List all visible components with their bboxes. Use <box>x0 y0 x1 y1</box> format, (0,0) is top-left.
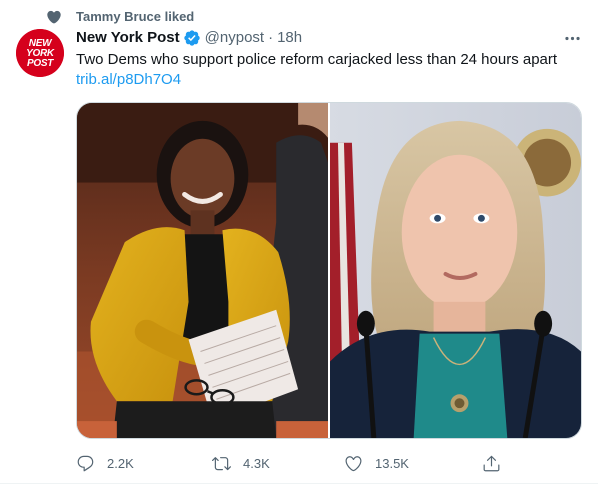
more-options-button[interactable] <box>560 28 584 48</box>
photo-right[interactable] <box>330 103 581 438</box>
new-york-post-logo: NEW YORK POST <box>16 29 64 77</box>
share-button[interactable] <box>482 451 501 475</box>
timestamp[interactable]: 18h <box>277 28 302 48</box>
tweet-body: Two Dems who support police reform carja… <box>76 51 558 68</box>
like-count: 13.5K <box>375 455 409 471</box>
reply-button[interactable]: 2.2K <box>76 451 134 475</box>
media-grid <box>76 102 582 439</box>
share-icon <box>483 455 500 471</box>
retweet-button[interactable]: 4.3K <box>212 451 270 475</box>
tweet[interactable]: Tammy Bruce liked NEW YORK POST New York… <box>0 0 598 484</box>
separator-dot: · <box>268 29 274 46</box>
like-heart-icon <box>345 455 362 471</box>
retweet-icon <box>212 456 231 470</box>
social-context-text[interactable]: Tammy Bruce liked <box>76 9 194 25</box>
reply-icon <box>77 455 94 471</box>
retweet-count: 4.3K <box>243 455 270 471</box>
tweet-text: Two Dems who support police reform carja… <box>76 50 576 90</box>
photo-woman-microphones <box>330 103 581 438</box>
photo-left[interactable] <box>77 103 328 438</box>
tweet-header: New York Post @nypost · 18h <box>76 28 302 48</box>
reply-count: 2.2K <box>107 455 134 471</box>
svg-text:POST: POST <box>27 58 54 69</box>
verified-badge-icon <box>183 30 200 46</box>
display-name[interactable]: New York Post <box>76 28 180 48</box>
action-bar: 2.2K 4.3K 13.5K <box>76 451 506 475</box>
more-dots-icon <box>564 36 580 40</box>
tweet-link[interactable]: trib.al/p8Dh7O4 <box>76 70 576 90</box>
user-handle[interactable]: @nypost <box>205 28 264 48</box>
like-button[interactable]: 13.5K <box>344 451 409 475</box>
photo-woman-yellow-blazer <box>77 103 328 438</box>
heart-icon <box>47 10 61 24</box>
avatar[interactable]: NEW YORK POST <box>16 29 64 77</box>
